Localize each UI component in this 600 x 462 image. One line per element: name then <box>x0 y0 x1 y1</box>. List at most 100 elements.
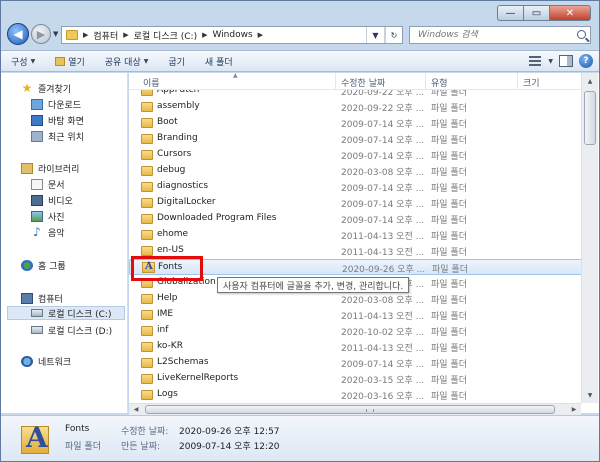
file-date: 2020-09-26 오후 ... <box>342 265 426 275</box>
address-dropdown-button[interactable]: ▼ <box>366 27 384 43</box>
file-row[interactable]: ehome 2011-04-13 오전 ... 파일 폴더 <box>129 227 583 243</box>
back-button[interactable]: ◀ <box>7 23 29 45</box>
share-label: 공유 대상 <box>104 57 141 68</box>
caption-buttons: — ▭ ✕ <box>497 5 591 21</box>
file-row[interactable]: Branding 2009-07-14 오후 ... 파일 폴더 <box>129 131 583 147</box>
navigation-pane: ★ 즐겨찾기 다운로드 바탕 화면 최근 위치 라이브러리 문서 비디오 사진 … <box>1 73 128 413</box>
details-created-value: 2009-07-14 오후 12:20 <box>179 442 280 452</box>
breadcrumb-arrow-icon[interactable]: ▶ <box>258 31 263 39</box>
folder-icon <box>141 182 153 192</box>
column-type[interactable]: 유형 <box>431 76 448 89</box>
vertical-scrollbar[interactable]: ▲ ▼ <box>581 73 598 403</box>
file-row[interactable]: L2Schemas 2009-07-14 오후 ... 파일 폴더 <box>129 355 583 371</box>
fonts-folder-icon: A <box>21 422 49 456</box>
file-name: ko-KR <box>157 341 183 351</box>
share-button[interactable]: 공유 대상 ▼ <box>95 50 159 72</box>
horizontal-scrollbar[interactable]: ◀ ▶ <box>129 403 581 415</box>
file-row[interactable]: inf 2020-10-02 오후 ... 파일 폴더 <box>129 323 583 339</box>
column-size[interactable]: 크기 <box>523 76 540 89</box>
file-type: 파일 폴더 <box>431 184 467 194</box>
network-icon <box>21 355 33 367</box>
desktop-icon <box>31 114 43 126</box>
file-row[interactable]: DigitalLocker 2009-07-14 오후 ... 파일 폴더 <box>129 195 583 211</box>
view-options-icon[interactable] <box>528 54 542 68</box>
burn-button[interactable]: 굽기 <box>158 50 195 72</box>
column-divider[interactable] <box>425 73 426 90</box>
forward-button[interactable]: ▶ <box>31 24 51 44</box>
folder-icon <box>141 134 153 144</box>
column-divider[interactable] <box>335 73 336 90</box>
new-folder-label: 새 폴더 <box>204 57 233 68</box>
file-row[interactable]: diagnostics 2009-07-14 오후 ... 파일 폴더 <box>129 179 583 195</box>
nav-documents[interactable]: 문서 <box>31 177 65 191</box>
help-icon[interactable]: ? <box>579 54 593 68</box>
file-type: 파일 폴더 <box>431 232 467 242</box>
nav-label: 비디오 <box>48 196 73 207</box>
file-name: Cursors <box>157 149 192 159</box>
file-row[interactable]: Boot 2009-07-14 오후 ... 파일 폴더 <box>129 115 583 131</box>
file-row[interactable]: Logs 2020-03-16 오후 ... 파일 폴더 <box>129 387 583 403</box>
maximize-button[interactable]: ▭ <box>523 5 549 21</box>
scroll-up-arrow-icon[interactable]: ▲ <box>582 73 598 89</box>
refresh-button[interactable]: ↻ <box>384 27 402 43</box>
file-row[interactable]: Cursors 2009-07-14 오후 ... 파일 폴더 <box>129 147 583 163</box>
new-folder-button[interactable]: 새 폴더 <box>195 50 243 72</box>
address-bar[interactable]: ▶ 컴퓨터 ▶ 로컬 디스크 (C:) ▶ Windows ▶ ▼ ↻ <box>61 26 403 44</box>
scroll-down-arrow-icon[interactable]: ▼ <box>582 387 598 403</box>
folder-icon <box>66 30 78 40</box>
downloads-icon <box>31 98 43 110</box>
breadcrumb-windows[interactable]: Windows <box>212 30 252 40</box>
search-input[interactable] <box>418 30 568 40</box>
scroll-right-arrow-icon[interactable]: ▶ <box>567 404 581 415</box>
nav-favorites[interactable]: ★ 즐겨찾기 <box>21 81 72 95</box>
file-row[interactable]: ko-KR 2011-04-13 오전 ... 파일 폴더 <box>129 339 583 355</box>
nav-downloads[interactable]: 다운로드 <box>31 97 81 111</box>
open-button[interactable]: 열기 <box>45 50 95 72</box>
nav-drive-d[interactable]: 로컬 디스크 (D:) <box>31 323 112 337</box>
scroll-left-arrow-icon[interactable]: ◀ <box>129 404 143 415</box>
breadcrumb-drive-c[interactable]: 로컬 디스크 (C:) <box>134 29 197 42</box>
file-row[interactable]: assembly 2020-09-22 오후 ... 파일 폴더 <box>129 99 583 115</box>
search-icon[interactable] <box>577 30 586 39</box>
nav-homegroup[interactable]: 홈 그룹 <box>21 258 66 272</box>
nav-videos[interactable]: 비디오 <box>31 193 73 207</box>
nav-libraries[interactable]: 라이브러리 <box>21 161 79 175</box>
chevron-down-icon[interactable]: ▼ <box>548 58 553 65</box>
minimize-button[interactable]: — <box>497 5 523 21</box>
file-date: 2020-09-22 오후 ... <box>341 104 425 114</box>
organize-button[interactable]: 구성 ▼ <box>1 50 45 72</box>
file-row[interactable]: debug 2020-03-08 오후 ... 파일 폴더 <box>129 163 583 179</box>
sort-ascending-icon: ▲ <box>233 73 238 79</box>
breadcrumb-arrow-icon[interactable]: ▶ <box>83 31 88 39</box>
search-box[interactable] <box>409 26 591 44</box>
nav-label: 로컬 디스크 (D:) <box>48 326 113 337</box>
nav-network[interactable]: 네트워크 <box>21 354 71 368</box>
details-pane: A Fonts 파일 폴더 수정한 날짜: 2020-09-26 오후 12:5… <box>1 415 599 461</box>
file-row[interactable]: Help 2020-03-08 오후 ... 파일 폴더 <box>129 291 583 307</box>
file-date: 2009-07-14 오후 ... <box>341 216 425 226</box>
column-name[interactable]: 이름 <box>143 76 160 89</box>
nav-drive-c[interactable]: 로컬 디스크 (C:) <box>7 306 125 320</box>
file-type: 파일 폴더 <box>431 344 467 354</box>
column-divider[interactable] <box>517 73 518 90</box>
preview-pane-icon[interactable] <box>559 55 573 67</box>
scroll-thumb[interactable] <box>145 405 555 414</box>
folder-icon <box>141 294 153 304</box>
file-row[interactable]: Downloaded Program Files 2009-07-14 오후 ..… <box>129 211 583 227</box>
breadcrumb-arrow-icon[interactable]: ▶ <box>202 31 207 39</box>
scroll-thumb[interactable] <box>584 91 596 145</box>
file-name: debug <box>157 165 186 175</box>
column-date[interactable]: 수정한 날짜 <box>341 76 385 89</box>
close-button[interactable]: ✕ <box>549 5 591 21</box>
recent-pages-dropdown[interactable]: ▼ <box>53 30 58 38</box>
file-date: 2009-07-14 오후 ... <box>341 360 425 370</box>
nav-music[interactable]: ♪ 음악 <box>31 225 64 239</box>
nav-pictures[interactable]: 사진 <box>31 209 65 223</box>
file-row[interactable]: IME 2011-04-13 오전 ... 파일 폴더 <box>129 307 583 323</box>
file-row[interactable]: LiveKernelReports 2020-03-15 오후 ... 파일 폴더 <box>129 371 583 387</box>
nav-desktop[interactable]: 바탕 화면 <box>31 113 84 127</box>
nav-recent[interactable]: 최근 위치 <box>31 129 84 143</box>
nav-computer[interactable]: 컴퓨터 <box>21 291 63 305</box>
breadcrumb-arrow-icon[interactable]: ▶ <box>123 31 128 39</box>
breadcrumb-computer[interactable]: 컴퓨터 <box>93 29 118 42</box>
